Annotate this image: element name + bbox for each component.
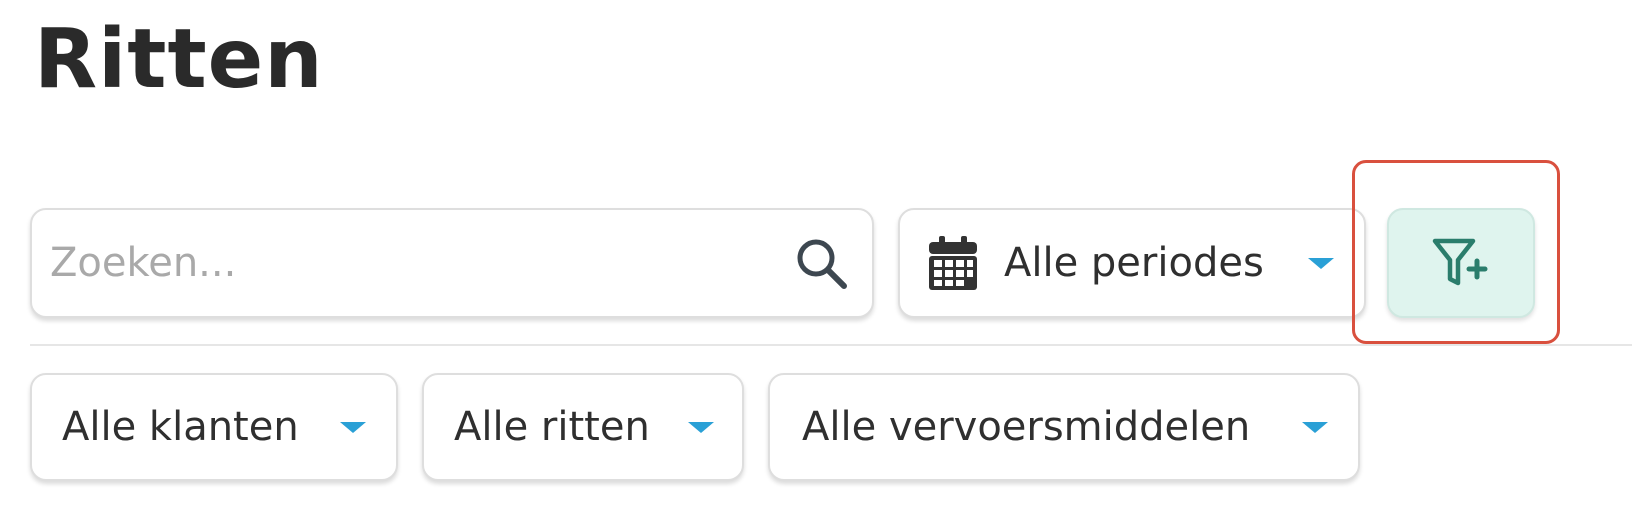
rides-filter-dropdown[interactable]: Alle ritten — [422, 373, 744, 481]
divider — [30, 344, 1632, 346]
page-title: Ritten — [34, 12, 324, 107]
rides-filter-label: Alle ritten — [454, 404, 650, 450]
calendar-icon — [928, 234, 1004, 292]
period-dropdown-label: Alle periodes — [1004, 240, 1264, 286]
search-icon[interactable] — [792, 234, 850, 292]
search-input[interactable] — [50, 233, 792, 293]
chevron-down-icon — [688, 421, 714, 433]
highlight-outline — [1352, 160, 1560, 344]
period-dropdown[interactable]: Alle periodes — [898, 208, 1366, 318]
chevron-down-icon — [340, 421, 366, 433]
customers-filter-dropdown[interactable]: Alle klanten — [30, 373, 398, 481]
search-field[interactable] — [30, 208, 874, 318]
customers-filter-label: Alle klanten — [62, 404, 299, 450]
chevron-down-icon — [1302, 421, 1328, 433]
vehicles-filter-label: Alle vervoersmiddelen — [802, 404, 1251, 450]
vehicles-filter-dropdown[interactable]: Alle vervoersmiddelen — [768, 373, 1360, 481]
rides-page: Ritten Zoeken... Alle periodes Alle klan… — [0, 0, 1632, 517]
chevron-down-icon — [1308, 257, 1334, 269]
